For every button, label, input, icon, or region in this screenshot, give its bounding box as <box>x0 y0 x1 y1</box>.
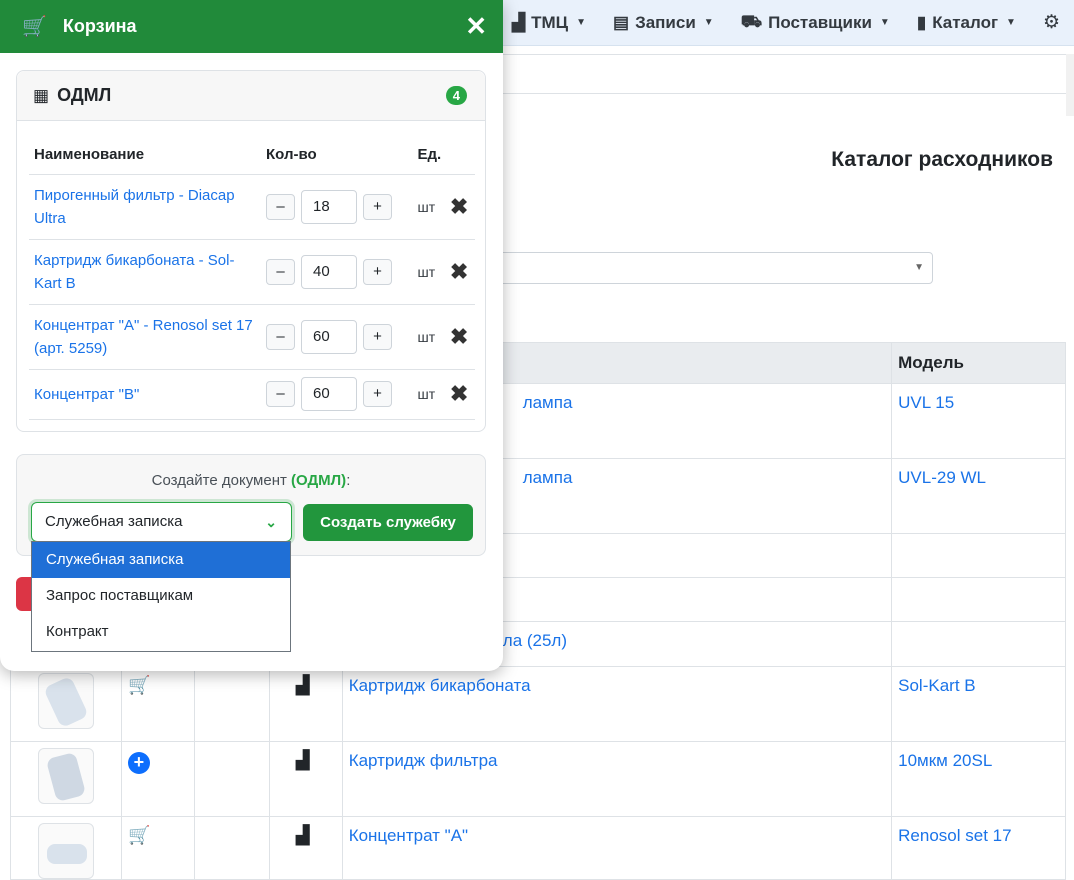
nav-tmc[interactable]: ▟ ТМЦ ▼ <box>512 13 586 33</box>
unit-label: шт <box>412 239 444 305</box>
cart-items-table: Наименование Кол-во Ед. Пирогенный фильт… <box>29 136 475 420</box>
group-header: ▦ ОДМЛ 4 <box>17 71 485 121</box>
decrease-button[interactable]: – <box>266 258 295 285</box>
nav-records[interactable]: ▤ Записи ▼ <box>613 13 714 33</box>
boxes-icon: ▟ <box>295 750 310 770</box>
unit-label: шт <box>412 304 444 370</box>
add-circle-icon[interactable]: + <box>127 752 150 774</box>
create-label-colon: : <box>346 472 351 489</box>
decrease-button[interactable]: – <box>266 381 295 407</box>
document-type-value: Служебная записка <box>45 513 183 530</box>
cart-header: 🛒 Корзина ✕ <box>0 0 503 53</box>
cart-item-row: Картридж бикарбоната - Sol-Kart B – 40 +… <box>29 239 475 305</box>
item-name-link[interactable]: Концентрат "А" <box>341 816 893 880</box>
building-icon: ▦ <box>33 85 50 105</box>
item-model-link[interactable]: UVL-29 WL <box>891 458 1066 534</box>
nav-catalog[interactable]: ▮ Каталог ▼ <box>917 13 1016 33</box>
quantity-input[interactable]: 60 <box>301 377 357 411</box>
cart-icon: 🛒 <box>22 16 47 38</box>
column-header-unit: Ед. <box>412 136 475 175</box>
sub-toolbar <box>500 54 1066 94</box>
item-name-link[interactable]: Картридж фильтра <box>341 741 893 817</box>
cart-item-row: Пирогенный фильтр - Diacap Ultra – 18 + … <box>29 174 475 240</box>
quantity-input[interactable]: 60 <box>301 319 357 354</box>
cart-item-name[interactable]: Концентрат "А" - Renosol set 17 (арт. 52… <box>29 304 261 370</box>
increase-button[interactable]: + <box>363 381 392 407</box>
increase-button[interactable]: + <box>363 193 392 220</box>
nav-tmc-label: ТМЦ <box>531 12 569 32</box>
increase-button[interactable]: + <box>363 323 392 350</box>
decrease-button[interactable]: – <box>266 193 295 220</box>
column-header-name: Наименование <box>29 136 261 175</box>
caret-down-icon: ▼ <box>879 17 890 28</box>
quantity-input[interactable]: 40 <box>301 254 357 289</box>
item-model-link[interactable]: 10мкм 20SL <box>891 741 1066 817</box>
book-icon: ▮ <box>916 12 927 32</box>
table-row: 🛒 ▟ Картридж бикарбоната Sol-Kart B <box>10 666 1066 742</box>
remove-item-icon[interactable]: ✖ <box>443 304 475 370</box>
cart-icon[interactable]: 🛒 <box>128 825 194 846</box>
dropdown-option[interactable]: Запрос поставщикам <box>32 578 290 614</box>
create-document-button[interactable]: Создать служебку <box>303 504 473 541</box>
cart-item-row: Концентрат "А" - Renosol set 17 (арт. 52… <box>29 304 475 370</box>
quantity-input[interactable]: 18 <box>301 189 357 224</box>
item-count-badge: 4 <box>445 86 467 105</box>
create-label-group: (ОДМЛ) <box>291 472 347 489</box>
chevron-down-icon: ⌄ <box>265 514 277 530</box>
close-icon[interactable]: ✕ <box>465 11 487 42</box>
remove-item-icon[interactable]: ✖ <box>443 239 475 305</box>
cart-item-name[interactable]: Картридж бикарбоната - Sol-Kart B <box>29 239 261 305</box>
boxes-icon: ▟ <box>295 675 310 695</box>
remove-item-icon[interactable]: ✖ <box>443 369 475 420</box>
nav-suppliers[interactable]: ⛟ Поставщики ▼ <box>741 12 890 34</box>
item-model-link[interactable]: Renosol set 17 <box>891 816 1066 880</box>
column-header-model: Модель <box>891 342 1066 384</box>
cart-title: Корзина <box>62 16 137 36</box>
cart-panel: 🛒 Корзина ✕ ▦ ОДМЛ 4 Наименование Кол-во… <box>0 0 503 671</box>
gear-icon[interactable]: ⚙ <box>1043 11 1060 34</box>
column-header-qty: Кол-во <box>261 136 413 175</box>
clipboard-icon: ▤ <box>613 12 630 32</box>
boxes-icon: ▟ <box>295 825 310 845</box>
cart-group-card: ▦ ОДМЛ 4 Наименование Кол-во Ед. Пироген… <box>16 70 486 432</box>
caret-down-icon: ▼ <box>1006 17 1016 28</box>
truck-icon: ⛟ <box>740 11 763 31</box>
document-type-dropdown: Служебная записка Запрос поставщикам Кон… <box>31 541 291 652</box>
nav-suppliers-label: Поставщики <box>768 12 872 32</box>
unit-label: шт <box>412 369 444 420</box>
item-model-link[interactable]: UVL 15 <box>891 383 1066 459</box>
cart-item-name[interactable]: Концентрат "В" <box>29 369 261 420</box>
catalog-filter-select[interactable]: ▼ <box>470 252 933 284</box>
create-document-label: Создайте документ (ОДМЛ): <box>17 472 485 489</box>
create-label-text: Создайте документ <box>151 472 292 489</box>
product-thumbnail[interactable] <box>38 748 94 804</box>
remove-item-icon[interactable]: ✖ <box>443 174 475 240</box>
item-name-link[interactable]: Картридж бикарбоната <box>341 666 893 742</box>
decrease-button[interactable]: – <box>266 323 295 350</box>
caret-down-icon: ▼ <box>576 17 586 28</box>
dropdown-option[interactable]: Контракт <box>32 614 290 650</box>
table-row: + ▟ Картридж фильтра 10мкм 20SL <box>10 741 1066 817</box>
dropdown-option[interactable]: Служебная записка <box>32 542 290 578</box>
cart-item-row: Концентрат "В" – 60 + шт ✖ <box>29 369 475 420</box>
product-thumbnail[interactable] <box>38 673 94 729</box>
increase-button[interactable]: + <box>363 258 392 285</box>
scrollbar[interactable] <box>1066 54 1074 116</box>
caret-down-icon: ▼ <box>914 262 924 273</box>
item-model-link[interactable]: Sol-Kart B <box>891 666 1066 742</box>
table-row: 🛒 ▟ Концентрат "А" Renosol set 17 <box>10 816 1066 880</box>
boxes-icon: ▟ <box>512 12 526 32</box>
document-type-select[interactable]: Служебная записка ⌄ <box>31 502 292 542</box>
nav-catalog-label: Каталог <box>932 12 999 32</box>
nav-records-label: Записи <box>635 12 696 32</box>
cart-icon[interactable]: 🛒 <box>128 675 194 696</box>
group-name: ОДМЛ <box>57 85 112 105</box>
unit-label: шт <box>412 174 444 240</box>
cart-item-name[interactable]: Пирогенный фильтр - Diacap Ultra <box>29 174 261 240</box>
product-thumbnail[interactable] <box>38 823 94 879</box>
page-title: Каталог расходников <box>831 148 1053 171</box>
caret-down-icon: ▼ <box>703 17 714 28</box>
